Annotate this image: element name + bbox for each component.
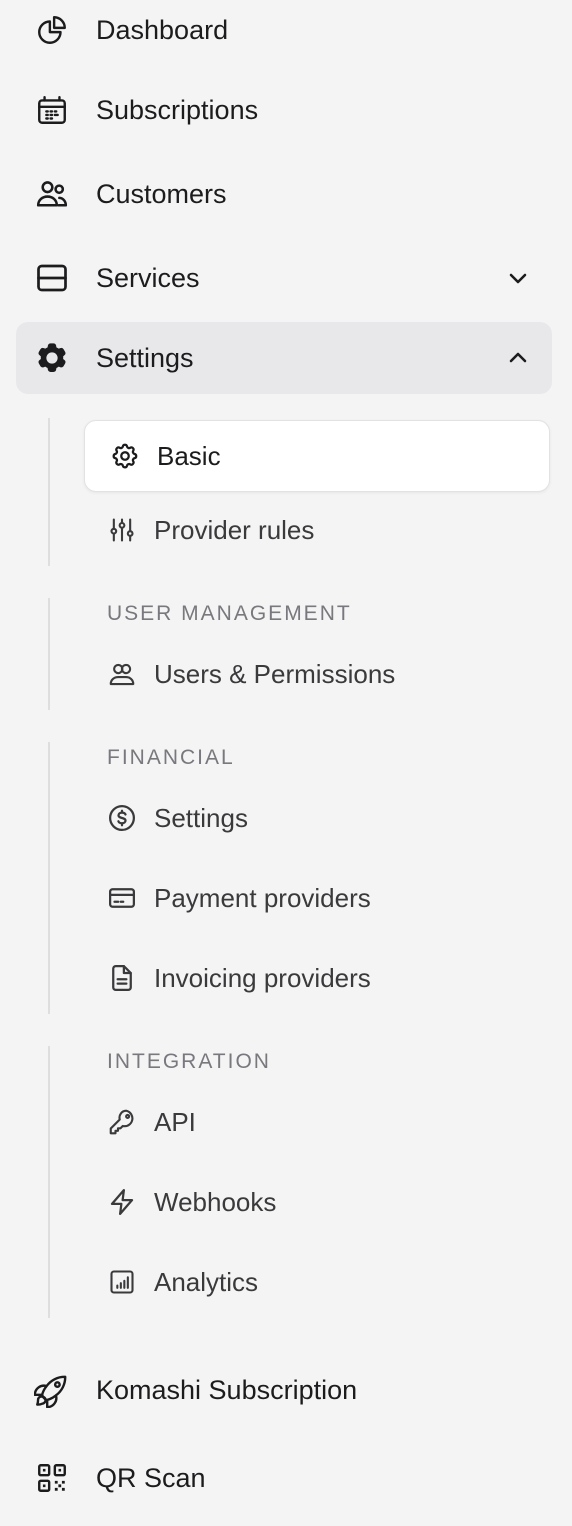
server-icon xyxy=(34,260,70,296)
nav-label-settings: Settings xyxy=(96,342,194,373)
bar-chart-icon xyxy=(106,1266,138,1298)
section-heading-user-management: USER MANAGEMENT xyxy=(107,602,352,625)
submenu-label-financial-settings: Settings xyxy=(154,802,248,833)
sliders-icon xyxy=(106,514,138,546)
submenu-group-line xyxy=(48,742,50,1014)
submenu-item-financial-settings[interactable]: Settings xyxy=(84,782,550,854)
nav-label-services: Services xyxy=(96,262,200,293)
nav-item-dashboard[interactable]: Dashboard xyxy=(16,0,552,66)
nav-item-komashi-subscription[interactable]: Komashi Subscription xyxy=(16,1354,552,1426)
submenu-item-api[interactable]: API xyxy=(84,1086,550,1158)
submenu-item-analytics[interactable]: Analytics xyxy=(84,1246,550,1318)
submenu-item-users-permissions[interactable]: Users & Permissions xyxy=(84,638,550,710)
nav-item-settings[interactable]: Settings xyxy=(16,322,552,394)
nav-label-customers: Customers xyxy=(96,178,227,209)
submenu-label-provider-rules: Provider rules xyxy=(154,514,315,545)
qr-code-icon xyxy=(34,1460,70,1496)
nav-label-subscriptions: Subscriptions xyxy=(96,94,259,125)
submenu-label-webhooks: Webhooks xyxy=(154,1186,277,1217)
nav-item-customers[interactable]: Customers xyxy=(16,158,552,230)
submenu-label-invoicing-providers: Invoicing providers xyxy=(154,962,371,993)
submenu-label-basic: Basic xyxy=(157,440,221,471)
nav-item-services[interactable]: Services xyxy=(16,242,552,314)
users-outline-icon xyxy=(106,658,138,690)
nav-item-qr-scan[interactable]: QR Scan xyxy=(16,1442,552,1514)
submenu-label-api: API xyxy=(154,1106,196,1137)
nav-item-subscriptions[interactable]: Subscriptions xyxy=(16,74,552,146)
nav-label-qr-scan: QR Scan xyxy=(96,1462,206,1493)
submenu-group-line xyxy=(48,1046,50,1318)
submenu-label-payment-providers: Payment providers xyxy=(154,882,371,913)
cog-icon xyxy=(34,340,70,376)
users-icon xyxy=(34,176,70,212)
submenu-label-users-permissions: Users & Permissions xyxy=(154,658,396,689)
submenu-item-basic[interactable]: Basic xyxy=(84,420,550,492)
dollar-circle-icon xyxy=(106,802,138,834)
nav-label-dashboard: Dashboard xyxy=(96,14,229,45)
pie-chart-icon xyxy=(34,12,70,48)
submenu-item-webhooks[interactable]: Webhooks xyxy=(84,1166,550,1238)
submenu-item-invoicing-providers[interactable]: Invoicing providers xyxy=(84,942,550,1014)
document-icon xyxy=(106,962,138,994)
section-heading-integration: INTEGRATION xyxy=(107,1050,271,1073)
cog-outline-icon xyxy=(109,440,141,472)
chevron-down-icon[interactable] xyxy=(504,264,532,292)
submenu-group-line xyxy=(48,418,50,566)
submenu-group-line xyxy=(48,598,50,710)
section-heading-financial: FINANCIAL xyxy=(107,746,235,769)
chevron-up-icon[interactable] xyxy=(504,344,532,372)
submenu-item-provider-rules[interactable]: Provider rules xyxy=(84,494,550,566)
bolt-icon xyxy=(106,1186,138,1218)
submenu-item-payment-providers[interactable]: Payment providers xyxy=(84,862,550,934)
calendar-icon xyxy=(34,92,70,128)
submenu-label-analytics: Analytics xyxy=(154,1266,259,1297)
key-icon xyxy=(106,1106,138,1138)
credit-card-icon xyxy=(106,882,138,914)
nav-label-komashi-subscription: Komashi Subscription xyxy=(96,1374,358,1405)
rocket-icon xyxy=(34,1372,70,1408)
